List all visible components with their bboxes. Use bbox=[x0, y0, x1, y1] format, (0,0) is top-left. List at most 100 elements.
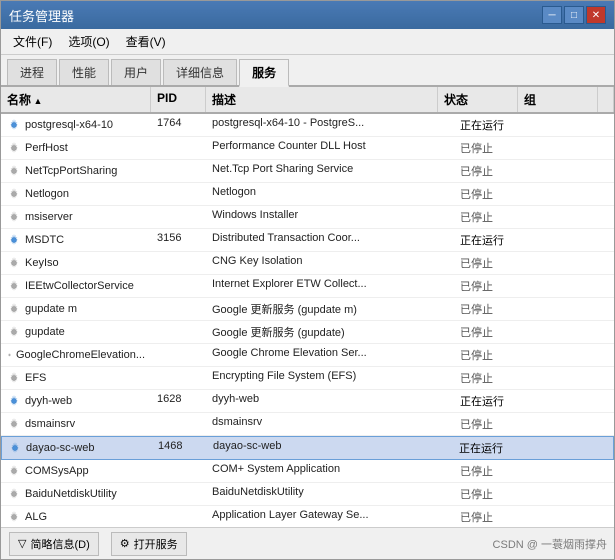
service-group bbox=[534, 390, 614, 412]
table-row[interactable]: COMSysAppCOM+ System Application已停止 bbox=[1, 460, 614, 483]
table-row[interactable]: NetlogonNetlogon已停止 bbox=[1, 183, 614, 206]
service-desc: Netlogon bbox=[206, 183, 454, 205]
title-bar: 任务管理器 ─ □ ✕ bbox=[1, 1, 614, 29]
service-name: ALG bbox=[1, 506, 151, 527]
service-pid bbox=[151, 298, 206, 320]
menu-item[interactable]: 选项(O) bbox=[62, 31, 115, 52]
service-name: msiserver bbox=[1, 206, 151, 228]
maximize-button[interactable]: □ bbox=[564, 6, 584, 24]
table-row[interactable]: dyyh-web1628dyyh-web正在运行 bbox=[1, 390, 614, 413]
service-name: PerfHost bbox=[1, 137, 151, 159]
service-pid bbox=[151, 206, 206, 228]
service-desc: Google 更新服务 (gupdate m) bbox=[206, 298, 454, 320]
service-status: 正在运行 bbox=[453, 437, 533, 459]
table-row[interactable]: dayao-sc-web1468dayao-sc-web正在运行 bbox=[1, 436, 614, 460]
service-group bbox=[533, 437, 613, 459]
col-header-PID[interactable]: PID bbox=[151, 87, 206, 112]
service-pid bbox=[151, 183, 206, 205]
service-name: gupdate m bbox=[1, 298, 151, 320]
service-desc: Net.Tcp Port Sharing Service bbox=[206, 160, 454, 182]
col-header-状态[interactable]: 状态 bbox=[438, 87, 518, 112]
service-group bbox=[534, 413, 614, 435]
service-pid bbox=[151, 344, 206, 366]
service-group bbox=[534, 183, 614, 205]
service-group bbox=[534, 344, 614, 366]
table-row[interactable]: gupdate m Google 更新服务 (gupdate m)已停止 bbox=[1, 298, 614, 321]
tabs-bar: 进程性能用户详细信息服务 bbox=[1, 55, 614, 87]
col-header-组[interactable]: 组 bbox=[518, 87, 598, 112]
service-icon bbox=[7, 256, 21, 270]
table-row[interactable]: MSDTC3156Distributed Transaction Coor...… bbox=[1, 229, 614, 252]
service-icon bbox=[7, 164, 21, 178]
service-name: IEEtwCollectorService bbox=[1, 275, 151, 297]
service-icon bbox=[7, 141, 21, 155]
service-icon bbox=[7, 325, 21, 339]
service-group bbox=[534, 460, 614, 482]
table-body[interactable]: postgresql-x64-101764postgresql-x64-10 -… bbox=[1, 114, 614, 527]
service-icon bbox=[8, 441, 22, 455]
table-row[interactable]: EFSEncrypting File System (EFS)已停止 bbox=[1, 367, 614, 390]
tab-性能[interactable]: 性能 bbox=[59, 59, 109, 85]
table-row[interactable]: BaiduNetdiskUtilityBaiduNetdiskUtility已停… bbox=[1, 483, 614, 506]
service-name: Netlogon bbox=[1, 183, 151, 205]
tab-服务[interactable]: 服务 bbox=[239, 59, 289, 87]
table-row[interactable]: NetTcpPortSharing Net.Tcp Port Sharing Se… bbox=[1, 160, 614, 183]
service-pid: 1764 bbox=[151, 114, 206, 136]
table-row[interactable]: PerfHost Performance Counter DLL Host已停止 bbox=[1, 137, 614, 160]
service-status: 已停止 bbox=[454, 252, 534, 274]
service-desc: Google Chrome Elevation Ser... bbox=[206, 344, 454, 366]
service-status: 已停止 bbox=[454, 298, 534, 320]
service-desc: CNG Key Isolation bbox=[206, 252, 454, 274]
service-status: 已停止 bbox=[454, 137, 534, 159]
window-title: 任务管理器 bbox=[9, 6, 74, 25]
service-desc: Performance Counter DLL Host bbox=[206, 137, 454, 159]
table-header: 名称PID描述状态组 bbox=[1, 87, 614, 114]
table-row[interactable]: KeyIsoCNG Key Isolation已停止 bbox=[1, 252, 614, 275]
service-group bbox=[534, 160, 614, 182]
service-icon bbox=[7, 464, 21, 478]
service-icon bbox=[7, 279, 21, 293]
col-header-描述[interactable]: 描述 bbox=[206, 87, 438, 112]
service-name: dyyh-web bbox=[1, 390, 151, 412]
service-pid: 1468 bbox=[152, 437, 207, 459]
service-desc: dyyh-web bbox=[206, 390, 454, 412]
table-row[interactable]: gupdateGoogle 更新服务 (gupdate)已停止 bbox=[1, 321, 614, 344]
menu-item[interactable]: 查看(V) bbox=[120, 31, 172, 52]
service-group bbox=[534, 137, 614, 159]
service-icon bbox=[7, 417, 21, 431]
menu-item[interactable]: 文件(F) bbox=[7, 31, 58, 52]
tab-进程[interactable]: 进程 bbox=[7, 59, 57, 85]
service-group bbox=[534, 206, 614, 228]
service-group bbox=[534, 275, 614, 297]
service-name: dayao-sc-web bbox=[2, 437, 152, 459]
table-row[interactable]: dsmainsrvdsmainsrv已停止 bbox=[1, 413, 614, 436]
table-row[interactable]: IEEtwCollectorService Internet Explorer E… bbox=[1, 275, 614, 298]
minimize-button[interactable]: ─ bbox=[542, 6, 562, 24]
col-header-名称[interactable]: 名称 bbox=[1, 87, 151, 112]
tab-详细信息[interactable]: 详细信息 bbox=[163, 59, 237, 85]
open-services-button[interactable]: ⚙ 打开服务 bbox=[111, 532, 187, 556]
service-icon bbox=[7, 118, 21, 132]
service-pid: 1628 bbox=[151, 390, 206, 412]
service-status: 已停止 bbox=[454, 206, 534, 228]
service-status: 正在运行 bbox=[454, 229, 534, 251]
service-desc: Windows Installer bbox=[206, 206, 454, 228]
table-row[interactable]: GoogleChromeElevation... Google Chrome El… bbox=[1, 344, 614, 367]
table-row[interactable]: ALGApplication Layer Gateway Se...已停止 bbox=[1, 506, 614, 527]
service-status: 已停止 bbox=[454, 321, 534, 343]
close-button[interactable]: ✕ bbox=[586, 6, 606, 24]
service-desc: Internet Explorer ETW Collect... bbox=[206, 275, 454, 297]
service-group bbox=[534, 367, 614, 389]
service-icon bbox=[7, 487, 21, 501]
content-area: postgresql-x64-101764postgresql-x64-10 -… bbox=[1, 114, 614, 527]
tab-用户[interactable]: 用户 bbox=[111, 59, 161, 85]
menu-bar: 文件(F)选项(O)查看(V) bbox=[1, 29, 614, 55]
service-status: 已停止 bbox=[454, 160, 534, 182]
service-name: GoogleChromeElevation... bbox=[1, 344, 151, 366]
table-row[interactable]: postgresql-x64-101764postgresql-x64-10 -… bbox=[1, 114, 614, 137]
table-row[interactable]: msiserver Windows Installer已停止 bbox=[1, 206, 614, 229]
service-name: NetTcpPortSharing bbox=[1, 160, 151, 182]
service-desc: postgresql-x64-10 - PostgreS... bbox=[206, 114, 454, 136]
service-group bbox=[534, 321, 614, 343]
brief-info-button[interactable]: ▽ 简略信息(D) bbox=[9, 532, 99, 556]
